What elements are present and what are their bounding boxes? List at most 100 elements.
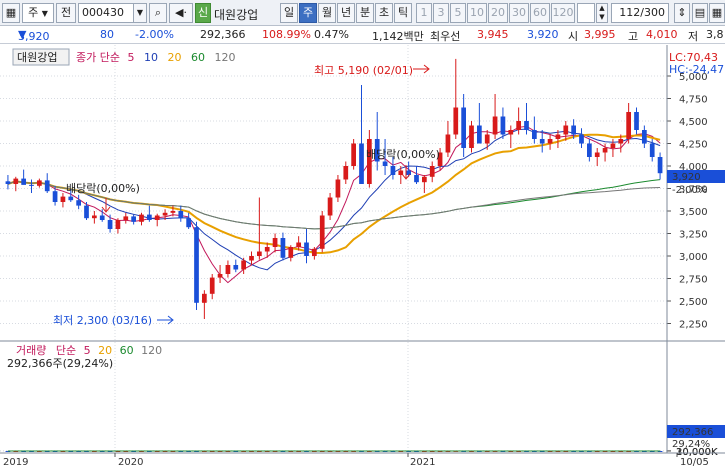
candle-body [508, 130, 514, 135]
grid-icon[interactable]: ▦ [2, 3, 20, 23]
candle-body [524, 121, 529, 130]
candle-body [202, 293, 207, 303]
stock-code-input[interactable]: 000430 [78, 3, 136, 23]
candle-body [154, 215, 160, 220]
candle-body [107, 220, 113, 229]
candle-body [162, 212, 168, 216]
candle-body [351, 143, 356, 166]
candle-body [335, 179, 341, 198]
stock-chart[interactable]: 5,0004,7504,5004,2504,0003,7503,5003,250… [0, 45, 725, 469]
x-label-2021: 2021 [410, 457, 435, 468]
candle-body [461, 107, 466, 148]
tab-month[interactable]: 월 [318, 3, 336, 23]
legend-ma20: 20 [167, 51, 181, 64]
candle-body [642, 130, 647, 144]
candle-body [469, 125, 474, 148]
chevron-down-icon: ▼ [41, 9, 48, 18]
code-dropdown-button[interactable]: ▼ [133, 3, 147, 23]
range-input[interactable]: 112/300 [611, 3, 669, 23]
legend-ma120: 120 [214, 51, 235, 64]
high-label: 고 [628, 30, 639, 43]
candle-body [296, 242, 301, 247]
low-label: 저 [688, 30, 699, 43]
market-select-value: 주 [28, 6, 39, 19]
count-30[interactable]: 30 [509, 3, 529, 23]
ask-price: 3,945 [477, 28, 509, 41]
candle-body [29, 184, 34, 186]
tab-minute[interactable]: 분 [356, 3, 374, 23]
market-select[interactable]: 주 ▼ [22, 3, 54, 23]
candle-body [209, 277, 215, 294]
volume-legend-5: 5 [84, 344, 91, 357]
count-60[interactable]: 60 [530, 3, 550, 23]
low-price: 3,8 [706, 28, 724, 41]
count-20[interactable]: 20 [488, 3, 508, 23]
legend-ma5: 5 [127, 51, 134, 64]
candle-body [288, 247, 294, 258]
candle-body [264, 247, 270, 252]
candle-body [422, 176, 427, 183]
volume-legend-label: 거래량 [16, 344, 46, 357]
bid-price: 3,920 [527, 28, 559, 41]
candle-body [649, 143, 655, 157]
candle-body [626, 112, 631, 139]
speaker-icon[interactable]: ◀· [169, 3, 193, 23]
candle-body [52, 191, 58, 202]
price-tick-label: 3,250 [679, 230, 708, 241]
candle-body [44, 180, 50, 192]
count-10[interactable]: 10 [467, 3, 487, 23]
open-label: 시 [568, 30, 579, 43]
count-stepper[interactable]: ▲ ▼ [596, 3, 608, 23]
candle-body [92, 215, 97, 219]
candle-body [602, 148, 608, 153]
candle-body [5, 181, 11, 184]
tab-tick[interactable]: 틱 [394, 3, 412, 23]
candle-body [257, 251, 262, 256]
volume-value-text: 292,366주(29,24%) [7, 357, 113, 370]
stock-tab-label: 대원강업 [17, 51, 57, 64]
candle-body [115, 220, 121, 229]
search-icon[interactable]: ⌕ [149, 3, 167, 23]
grid-view-icon[interactable]: ▦ [709, 3, 725, 23]
candle-body [147, 214, 152, 220]
type-button[interactable]: 전 [56, 3, 76, 23]
legend-ma-label: 종가 단순 [76, 51, 120, 64]
candle-body [225, 265, 231, 274]
volume-legend-simple: 단순 [56, 344, 76, 357]
quote-row: 3,920 ▼ 80 -2.00% 292,366 108.99% 0.47% … [0, 26, 725, 44]
price-tick-label: 2,500 [679, 297, 708, 308]
volume-legend: 거래량 단순 5 20 60 120 [16, 344, 162, 357]
count-3[interactable]: 3 [433, 3, 449, 23]
candle-body [571, 125, 576, 135]
scale-icon[interactable]: ⇕ [674, 3, 690, 23]
trade-amount: 1,142백만 [372, 30, 424, 43]
candle-body [532, 130, 537, 139]
legend-ma60: 60 [191, 51, 205, 64]
price-tick-label: 4,750 [679, 95, 708, 106]
volume-ratio: 108.99% [262, 28, 311, 41]
tab-week[interactable]: 주 [299, 3, 317, 23]
tab-year[interactable]: 년 [337, 3, 355, 23]
candle-body [445, 134, 451, 153]
dividend-annotation-1: 배당락(0,00%) [66, 182, 140, 195]
candle-body [327, 197, 333, 216]
candle-body [453, 107, 459, 135]
candle-body [304, 242, 309, 256]
price-change: 80 [100, 28, 114, 41]
count-5[interactable]: 5 [450, 3, 466, 23]
custom-count-input[interactable] [577, 3, 595, 23]
count-1[interactable]: 1 [416, 3, 432, 23]
stock-code-value: 000430 [82, 6, 124, 19]
tab-second[interactable]: 초 [375, 3, 393, 23]
candle-body [178, 211, 184, 219]
tab-day[interactable]: 일 [280, 3, 298, 23]
price-tick-label: 2,250 [679, 320, 708, 331]
candle-body [594, 152, 600, 157]
hc-indicator: HC:-24,47 [669, 63, 724, 76]
count-120[interactable]: 120 [551, 3, 575, 23]
x-label-2020: 2020 [118, 457, 143, 468]
current-price-marker-percent: -2.00% [672, 185, 707, 196]
layout-icon[interactable]: ▤ [692, 3, 708, 23]
best-bid-label: 최우선 [430, 30, 461, 43]
candle-body [249, 256, 254, 261]
